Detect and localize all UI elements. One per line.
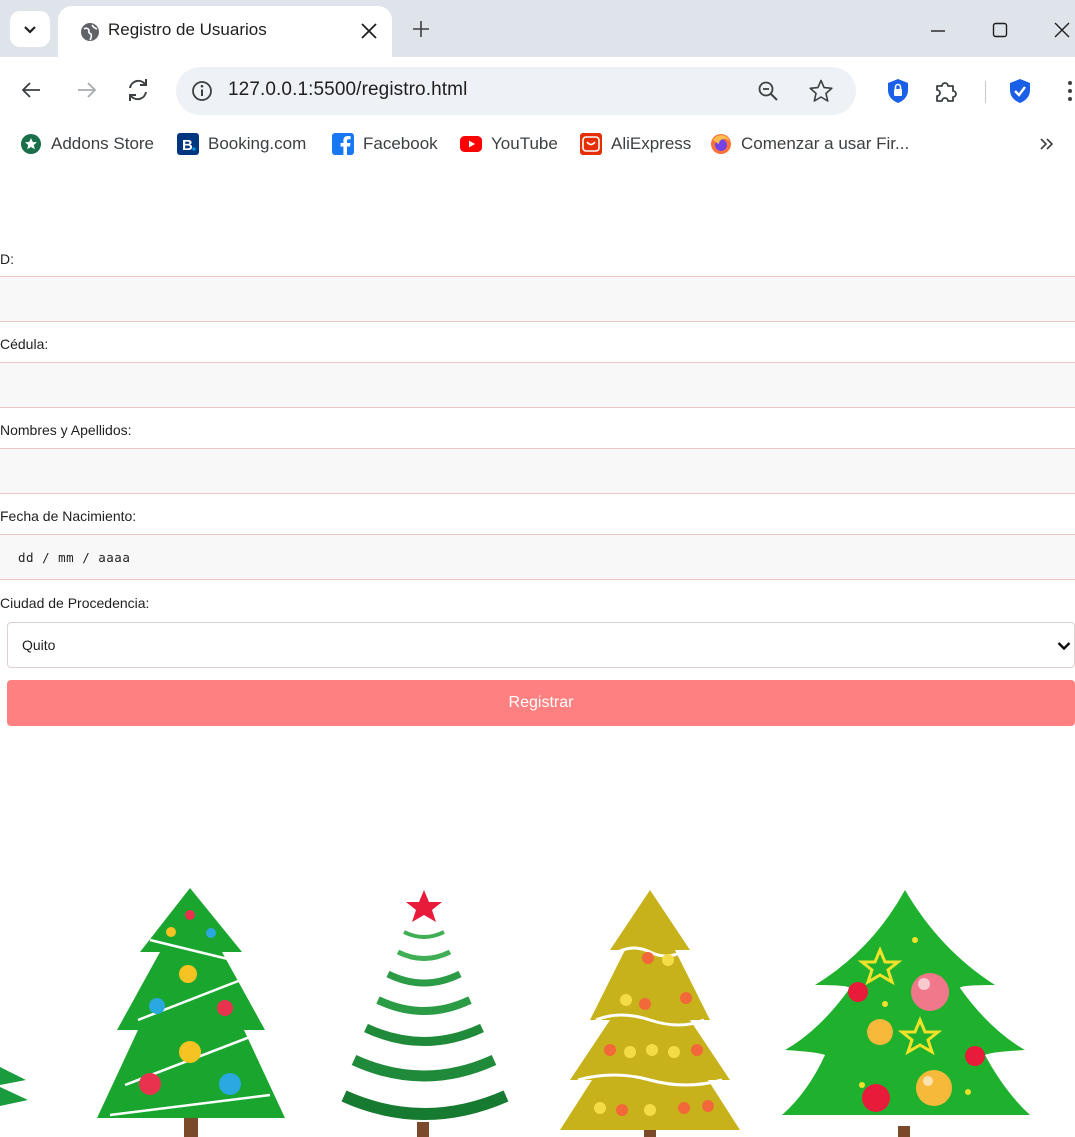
firefox-icon: [711, 134, 731, 154]
bookmark-booking[interactable]: B Booking.com: [177, 131, 306, 157]
close-icon: [1054, 22, 1070, 38]
bookmark-label: AliExpress: [611, 134, 692, 153]
new-tab-button[interactable]: [406, 14, 436, 44]
bookmark-facebook[interactable]: Facebook: [332, 131, 438, 157]
info-icon[interactable]: [190, 79, 214, 103]
christmas-trees-illustration: [0, 888, 1030, 1137]
active-tab[interactable]: Registro de Usuarios: [58, 6, 392, 57]
bookmark-youtube[interactable]: YouTube: [460, 131, 558, 157]
puzzle-icon: [936, 82, 957, 102]
address-bar[interactable]: 127.0.0.1:5500/registro.html: [176, 67, 856, 115]
shield-check-icon: [1010, 79, 1030, 103]
arrow-right-icon: [78, 82, 97, 98]
cedula-label: Cédula:: [0, 336, 49, 352]
christmas-tree-striped: [341, 890, 509, 1137]
more-vertical-icon: [1068, 81, 1072, 101]
full-name-label: Nombres y Apellidos:: [0, 422, 132, 438]
close-icon: [361, 23, 377, 39]
id-label: D:: [0, 251, 14, 267]
booking-icon: B: [177, 133, 199, 155]
reload-button[interactable]: [121, 73, 155, 107]
tab-close-button[interactable]: [356, 18, 382, 44]
date-placeholder: dd / mm / aaaa: [18, 550, 131, 565]
bookmark-label: YouTube: [491, 134, 558, 153]
bookmark-addons-store[interactable]: Addons Store: [20, 131, 154, 157]
christmas-tree-ornaments: [97, 888, 285, 1137]
facebook-icon: [332, 133, 354, 155]
browser-toolbar: 127.0.0.1:5500/registro.html: [0, 57, 1075, 125]
bookmark-star-icon[interactable]: [808, 78, 834, 104]
tab-search-button[interactable]: [10, 11, 50, 47]
bookmarks-bar: Addons Store B Booking.com Facebook YouT…: [0, 125, 1075, 163]
minimize-icon: [931, 30, 945, 32]
christmas-tree-baubles: [782, 890, 1030, 1137]
bookmark-label: Booking.com: [208, 134, 307, 153]
minimize-button[interactable]: [922, 14, 954, 46]
id-input[interactable]: [0, 276, 1075, 322]
svg-text:B: B: [182, 137, 193, 154]
tab-strip: Registro de Usuarios: [0, 0, 1075, 57]
plus-icon: [413, 21, 429, 37]
chevron-down-icon: [24, 26, 36, 34]
back-button[interactable]: [14, 73, 48, 107]
christmas-tree-gold: [560, 890, 740, 1137]
maximize-button[interactable]: [984, 14, 1016, 46]
birthdate-input[interactable]: dd / mm / aaaa: [0, 534, 1075, 580]
security-extension-button[interactable]: [1006, 77, 1034, 105]
bookmark-firefox[interactable]: Comenzar a usar Fir...: [710, 131, 909, 157]
youtube-icon: [460, 136, 482, 152]
cedula-input[interactable]: [0, 362, 1075, 408]
maximize-icon: [992, 22, 1008, 38]
arrow-left-icon: [21, 82, 40, 98]
chevron-double-right-icon[interactable]: [1036, 133, 1058, 155]
bookmark-label: Comenzar a usar Fir...: [741, 134, 910, 153]
birthdate-label: Fecha de Nacimiento:: [0, 508, 137, 524]
bookmark-label: Addons Store: [51, 134, 155, 153]
forward-button[interactable]: [70, 73, 104, 107]
url-text: 127.0.0.1:5500/registro.html: [228, 79, 468, 100]
zoom-out-icon[interactable]: [756, 79, 780, 103]
city-select[interactable]: Quito: [7, 622, 1075, 668]
addons-store-icon: [21, 134, 41, 154]
chevron-down-icon: [1057, 642, 1071, 651]
city-label: Ciudad de Procedencia:: [0, 595, 150, 611]
full-name-input[interactable]: [0, 448, 1075, 494]
bookmark-label: Facebook: [363, 134, 438, 153]
toolbar-divider: [985, 81, 986, 103]
reload-icon: [129, 79, 147, 101]
register-button[interactable]: Registrar: [7, 680, 1075, 726]
privacy-extension-button[interactable]: [884, 77, 912, 105]
bookmark-aliexpress[interactable]: AliExpress: [580, 131, 691, 157]
aliexpress-icon: [580, 133, 602, 155]
city-selected-value: Quito: [22, 637, 56, 653]
globe-icon: [81, 23, 99, 41]
browser-menu-button[interactable]: [1056, 77, 1075, 105]
shield-lock-icon: [888, 79, 908, 103]
window-close-button[interactable]: [1046, 14, 1075, 46]
partial-tree-left: [0, 1067, 28, 1106]
tab-title: Registro de Usuarios: [108, 20, 267, 39]
extensions-button[interactable]: [932, 77, 960, 105]
